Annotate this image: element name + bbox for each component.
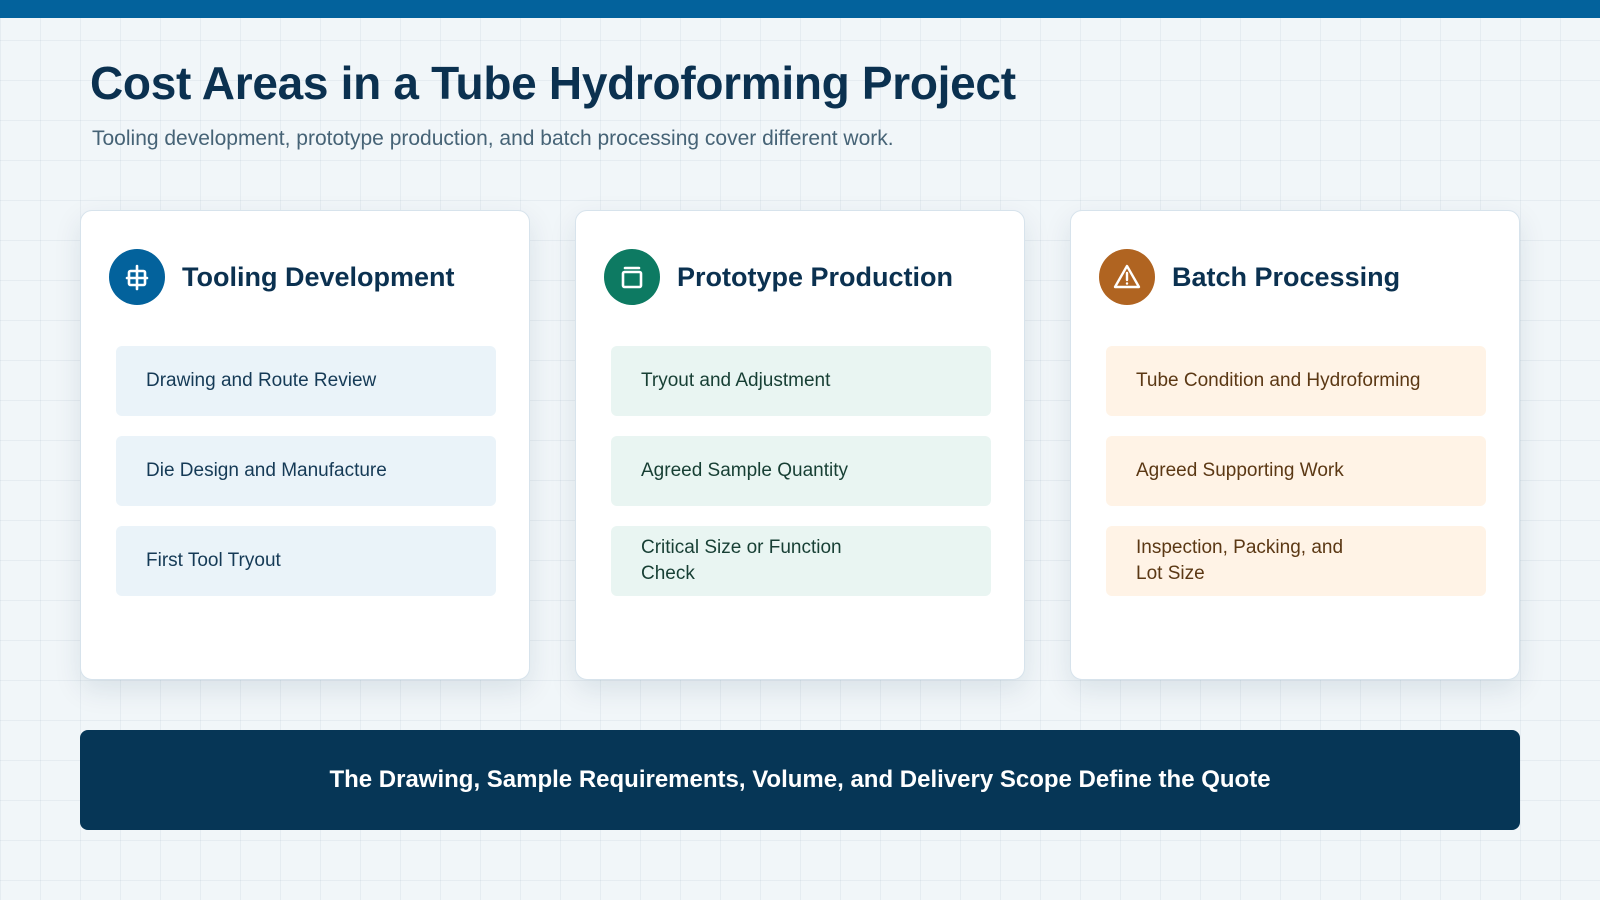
list-item: Tryout and Adjustment [611,346,991,416]
list-item-label: Agreed Supporting Work [1136,460,1344,481]
sample-box-icon [604,249,660,305]
card-title: Tooling Development [182,261,455,292]
card-header: Tooling Development [109,249,455,305]
card-prototype-production: Prototype Production Tryout and Adjustme… [575,210,1025,680]
list-item: Inspection, Packing, and Lot Size [1106,526,1486,596]
warning-triangle-icon [1099,249,1155,305]
list-item: Critical Size or Function Check [611,526,991,596]
card-tooling-development: Tooling Development Drawing and Route Re… [80,210,530,680]
card-title: Batch Processing [1172,261,1401,292]
list-item: Drawing and Route Review [116,346,496,416]
list-item: Agreed Supporting Work [1106,436,1486,506]
list-item-label: Inspection, Packing, and Lot Size [1136,537,1344,584]
page-title: Cost Areas in a Tube Hydroforming Projec… [90,57,1016,109]
list-item: Die Design and Manufacture [116,436,496,506]
list-item-label: First Tool Tryout [146,550,281,571]
list-item: Agreed Sample Quantity [611,436,991,506]
conclusion-banner: The Drawing, Sample Requirements, Volume… [80,730,1520,830]
list-item: First Tool Tryout [116,526,496,596]
list-item-label: Agreed Sample Quantity [641,460,849,481]
list-item-label: Drawing and Route Review [146,370,377,391]
top-accent-bar [0,0,1600,18]
page-subtitle: Tooling development, prototype productio… [92,127,894,150]
card-title: Prototype Production [677,261,953,292]
list-item-label: Tryout and Adjustment [641,370,831,391]
list-item-label: Critical Size or Function Check [641,537,842,584]
list-item: Tube Condition and Hydroforming [1106,346,1486,416]
list-item-label: Tube Condition and Hydroforming [1136,370,1421,391]
card-header: Batch Processing [1099,249,1400,305]
card-header: Prototype Production [604,249,953,305]
card-batch-processing: Batch Processing Tube Condition and Hydr… [1070,210,1520,680]
list-item-label: Die Design and Manufacture [146,460,387,481]
conclusion-text: The Drawing, Sample Requirements, Volume… [329,766,1271,793]
die-frame-icon [109,249,165,305]
